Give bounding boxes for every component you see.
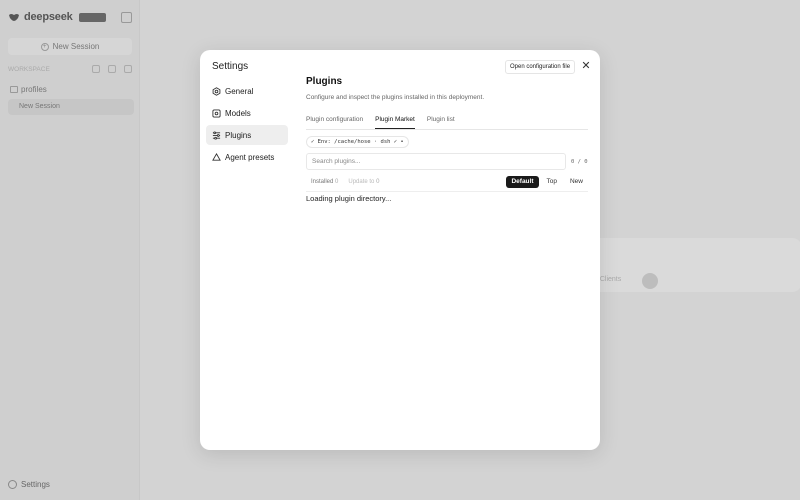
project-item[interactable]: profiles [10,85,47,94]
folder-icon [10,86,18,93]
plugins-content: Plugins Configure and inspect the plugin… [306,76,588,203]
search-input[interactable] [306,153,566,170]
nav-label: Plugins [225,130,252,140]
project-name: profiles [21,85,47,94]
gear-icon [8,480,17,489]
filter-installed-label: Installed [311,179,334,185]
plus-icon: + [40,42,49,51]
sidebar: deepseek + New Session WORKSPACE profile… [0,0,140,500]
page-description: Configure and inspect the plugins instal… [306,94,485,101]
nav-item-general[interactable]: General [206,81,288,101]
sort-top-button[interactable]: Top [542,176,562,188]
nav-label: Agent presets [225,152,275,162]
settings-nav: General Models Plugins Agent presets [206,81,288,169]
tab-plugin-market[interactable]: Plugin Market [375,112,415,129]
result-counter: 0 / 0 [571,158,588,165]
filter-installed-count: 0 [335,179,339,185]
filter-update-label: Update to [348,179,375,185]
refresh-icon[interactable] [92,65,100,73]
logo-text: deepseek [24,11,73,23]
sort-default-button[interactable]: Default [506,176,539,188]
filter-row: Installed 0 Update to 0 Default Top New [306,175,588,189]
sliders-icon [212,130,221,140]
nav-item-agent-presets[interactable]: Agent presets [206,147,288,167]
sort-new-button[interactable]: New [565,176,588,188]
search-row: 0 / 0 [306,153,588,170]
tab-plugin-configuration[interactable]: Plugin configuration [306,112,363,129]
send-button [642,273,658,289]
cube-icon [212,108,221,118]
add-folder-icon[interactable] [124,65,132,73]
nav-label: Models [225,108,251,118]
env-badge[interactable]: ✓ Env: /cache/hose · dsh ✓ • [306,136,409,148]
sidebar-settings-button[interactable]: Settings [8,480,50,489]
filter-update-count: 0 [376,179,380,185]
page-title: Plugins [306,76,343,87]
chat-input-card [580,238,800,292]
gear-icon [212,86,221,96]
nav-item-models[interactable]: Models [206,103,288,123]
settings-modal: Settings Open configuration file ✕ Gener… [200,50,600,450]
session-item[interactable]: New Session [8,99,134,115]
workspace-label: WORKSPACE [8,65,50,73]
divider [306,191,588,192]
modal-title: Settings [212,61,249,72]
collapse-sidebar-icon[interactable] [121,12,132,23]
close-icon[interactable]: ✕ [581,61,591,72]
whale-logo-icon [9,14,19,21]
filter-installed[interactable]: Installed 0 [306,179,343,185]
open-config-button[interactable]: Open configuration file [505,60,576,74]
sidebar-settings-label: Settings [21,480,50,489]
workspace-header: WORKSPACE [8,65,132,73]
logo-badge [78,12,106,22]
filter-update[interactable]: Update to 0 [343,179,384,185]
new-session-label: New Session [52,42,100,51]
nav-label: General [225,86,254,96]
recycle-icon [212,152,221,161]
loading-status: Loading plugin directory... [306,194,392,203]
nav-item-plugins[interactable]: Plugins [206,125,288,145]
tab-plugin-list[interactable]: Plugin list [427,112,455,129]
grid-icon[interactable] [108,65,116,73]
logo: deepseek [8,11,106,23]
plugin-tabs: Plugin configuration Plugin Market Plugi… [306,112,588,130]
new-session-button[interactable]: + New Session [8,38,132,55]
